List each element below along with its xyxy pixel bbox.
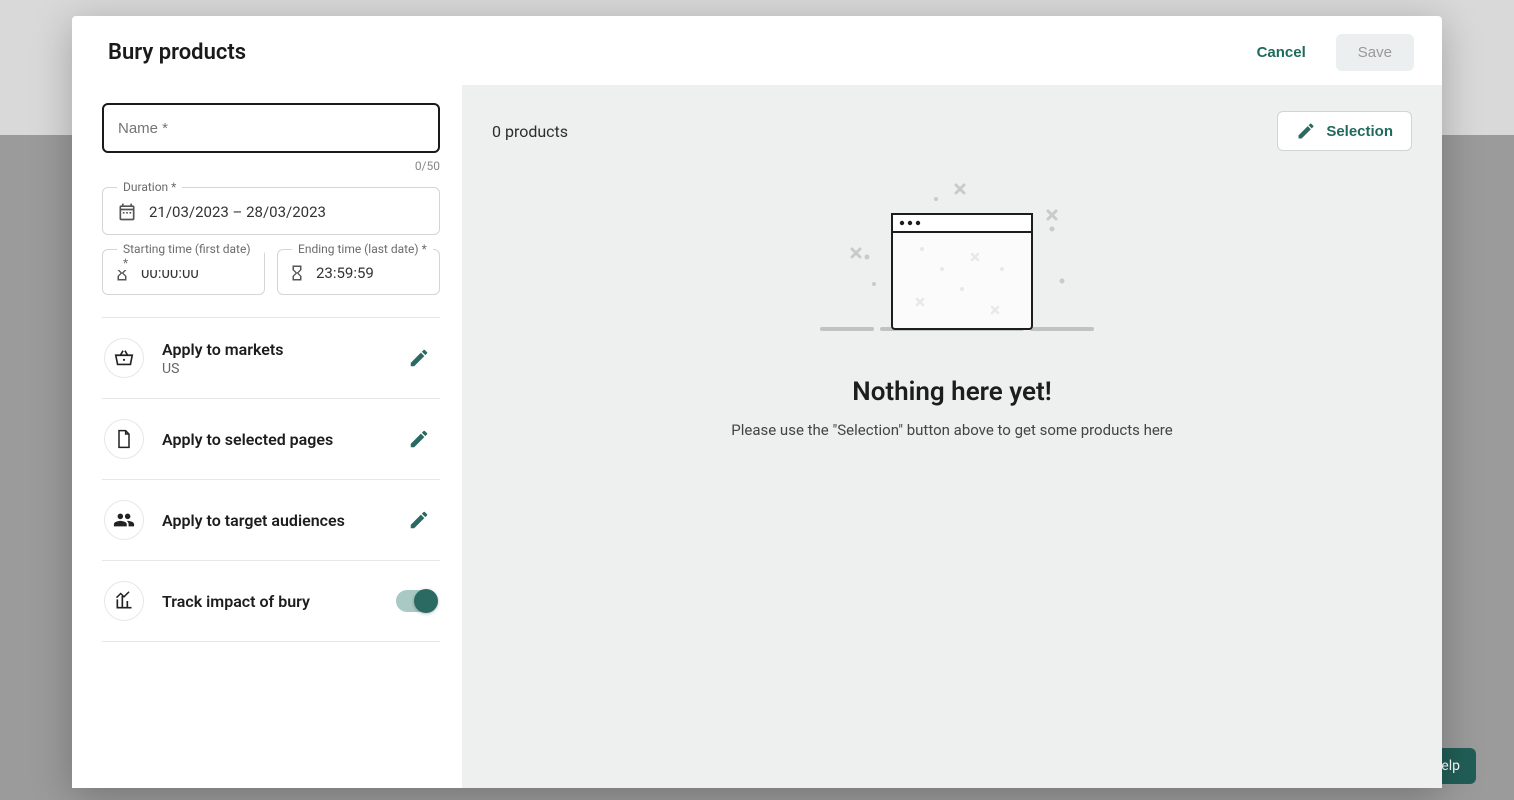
end-time-label: Ending time (last date) * <box>292 242 433 256</box>
chart-icon <box>104 581 144 621</box>
products-panel: 0 products Selection <box>462 85 1442 788</box>
pages-title: Apply to selected pages <box>162 430 384 449</box>
track-toggle[interactable] <box>396 590 436 612</box>
selection-button-label: Selection <box>1326 123 1393 140</box>
section-pages: Apply to selected pages <box>102 398 440 479</box>
edit-markets-button[interactable] <box>402 341 436 375</box>
cancel-button[interactable]: Cancel <box>1239 36 1324 69</box>
track-title: Track impact of bury <box>162 592 378 611</box>
empty-illustration-icon <box>802 169 1102 351</box>
name-char-count: 0/50 <box>102 159 440 173</box>
calendar-icon <box>117 202 137 222</box>
markets-title: Apply to markets <box>162 340 384 359</box>
start-time-label: Starting time (first date) * <box>117 242 264 270</box>
modal-header: Bury products Cancel Save <box>72 16 1442 85</box>
selection-button[interactable]: Selection <box>1277 111 1412 151</box>
basket-icon <box>104 338 144 378</box>
name-field-wrapper[interactable] <box>102 103 440 153</box>
edit-pages-button[interactable] <box>402 422 436 456</box>
modal-bury-products: Bury products Cancel Save 0/50 Duration … <box>72 16 1442 788</box>
pencil-icon <box>408 509 430 531</box>
save-button: Save <box>1336 34 1414 71</box>
form-panel: 0/50 Duration * 21/03/2023 – 28/03/2023 … <box>72 85 462 788</box>
duration-label: Duration * <box>117 180 182 194</box>
modal-title: Bury products <box>108 40 1239 65</box>
empty-subtitle: Please use the "Selection" button above … <box>731 421 1172 439</box>
end-time-value: 23:59:59 <box>316 264 374 282</box>
markets-sub: US <box>162 361 384 377</box>
edit-audiences-button[interactable] <box>402 503 436 537</box>
section-markets: Apply to markets US <box>102 317 440 398</box>
start-time-field[interactable]: Starting time (first date) * 00:00:00 <box>102 249 265 295</box>
name-input[interactable] <box>118 120 424 137</box>
hourglass-icon <box>288 264 306 282</box>
products-count: 0 products <box>492 122 568 141</box>
duration-field[interactable]: Duration * 21/03/2023 – 28/03/2023 <box>102 187 440 235</box>
section-track: Track impact of bury <box>102 560 440 642</box>
pencil-icon <box>408 428 430 450</box>
pencil-icon <box>1296 121 1316 141</box>
section-audiences: Apply to target audiences <box>102 479 440 560</box>
end-time-field[interactable]: Ending time (last date) * 23:59:59 <box>277 249 440 295</box>
pencil-icon <box>408 347 430 369</box>
page-icon <box>104 419 144 459</box>
people-icon <box>104 500 144 540</box>
audiences-title: Apply to target audiences <box>162 511 384 530</box>
empty-title: Nothing here yet! <box>852 377 1051 407</box>
empty-state: Nothing here yet! Please use the "Select… <box>492 157 1412 762</box>
duration-value: 21/03/2023 – 28/03/2023 <box>149 203 326 221</box>
